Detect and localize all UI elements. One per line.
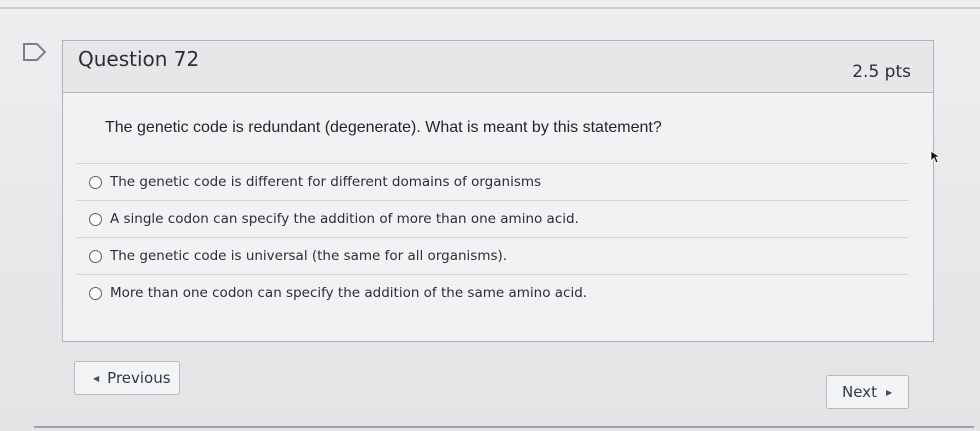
answer-option[interactable]: The genetic code is different for differ… bbox=[77, 163, 909, 200]
triangle-left-icon: ◀ bbox=[93, 373, 100, 383]
answer-list: The genetic code is different for differ… bbox=[77, 163, 909, 311]
mouse-cursor-icon bbox=[930, 150, 942, 164]
answer-option[interactable]: A single codon can specify the addition … bbox=[77, 200, 909, 237]
radio-button[interactable] bbox=[89, 249, 102, 263]
radio-button[interactable] bbox=[89, 286, 102, 300]
question-body: The genetic code is redundant (degenerat… bbox=[63, 93, 933, 341]
answer-label: More than one codon can specify the addi… bbox=[110, 285, 588, 301]
previous-label: Previous bbox=[107, 369, 171, 387]
question-title: Question 72 bbox=[78, 47, 200, 71]
radio-button[interactable] bbox=[89, 175, 102, 189]
next-label: Next bbox=[842, 383, 877, 401]
answer-label: A single codon can specify the addition … bbox=[110, 211, 579, 227]
answer-option[interactable]: More than one codon can specify the addi… bbox=[77, 274, 909, 311]
radio-button[interactable] bbox=[89, 212, 102, 226]
question-card: Question 72 2.5 pts The genetic code is … bbox=[62, 40, 934, 342]
bottom-divider bbox=[34, 426, 974, 428]
answer-label: The genetic code is universal (the same … bbox=[110, 248, 508, 264]
flag-icon[interactable] bbox=[22, 42, 48, 62]
question-header: Question 72 2.5 pts bbox=[63, 41, 933, 93]
answer-label: The genetic code is different for differ… bbox=[110, 174, 542, 190]
answer-option[interactable]: The genetic code is universal (the same … bbox=[77, 237, 909, 274]
previous-button[interactable]: ◀ Previous bbox=[74, 361, 180, 395]
question-points: 2.5 pts bbox=[852, 62, 911, 82]
next-button[interactable]: Next ▶ bbox=[826, 375, 909, 409]
question-text: The genetic code is redundant (degenerat… bbox=[105, 119, 662, 136]
triangle-right-icon: ▶ bbox=[885, 387, 893, 397]
top-divider bbox=[0, 7, 980, 9]
